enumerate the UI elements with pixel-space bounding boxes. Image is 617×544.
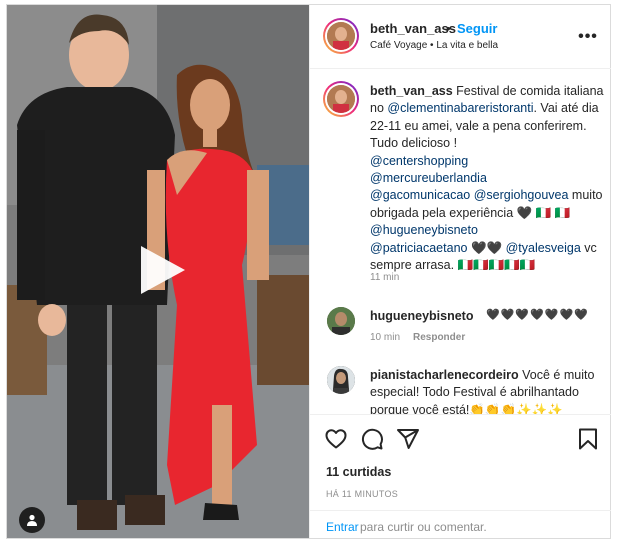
mention-link[interactable]: @clementinabareristoranti [387,101,533,115]
mention-link[interactable]: @gacomunicacao [370,188,470,202]
comments-list[interactable]: beth_van_ass Festival de comida italiana… [310,70,611,414]
comment-icon[interactable] [360,427,384,451]
location-link[interactable]: Café Voyage • La vita e bella [370,40,498,51]
post-time-ago[interactable]: HÁ 11 MINUTOS [326,489,398,499]
caption-fragment: 🖤🖤 [470,240,503,255]
tagged-users-button[interactable] [19,507,45,533]
mention-link[interactable]: @mercureuberlandia [370,171,487,185]
post-dialog: beth_van_ass • Seguir Café Voyage • La v… [6,4,611,539]
caption-text: beth_van_ass Festival de comida italiana… [370,83,606,274]
comment-timestamp[interactable]: 10 min [370,332,400,343]
caption-fragment: 🇮🇹 🇮🇹 [535,205,571,220]
post-video[interactable] [7,5,309,538]
caption-timestamp[interactable]: 11 min [370,272,399,283]
bookmark-icon[interactable] [576,427,600,451]
author-username-link[interactable]: beth_van_ass [370,21,456,36]
more-options-icon[interactable]: ••• [576,25,600,49]
mention-link[interactable]: @sergiohgouvea [474,188,569,202]
caption-fragment: 🇮🇹🇮🇹🇮🇹🇮🇹🇮🇹 [457,258,536,273]
mention-link[interactable]: @tyalesveiga [506,241,581,255]
post-actions: 11 curtidas HÁ 11 MINUTOS Entrar para cu… [310,414,611,538]
commenter-username-link[interactable]: hugueneybisneto [370,309,473,323]
commenter-avatar[interactable] [327,307,355,335]
avatar-image [327,85,355,113]
separator-dot: • [446,21,451,36]
mention-link[interactable]: @patriciacaetano [370,241,467,255]
login-prompt: Entrar para curtir ou comentar. [310,510,611,539]
likes-count[interactable]: 11 curtidas [326,465,391,479]
caption-username-link[interactable]: beth_van_ass [370,84,453,98]
post-details: beth_van_ass • Seguir Café Voyage • La v… [309,5,611,538]
post-header: beth_van_ass • Seguir Café Voyage • La v… [310,5,611,69]
commenter-avatar[interactable] [327,366,355,394]
avatar-image [327,22,355,50]
play-icon[interactable] [131,240,191,300]
comment-text: 🖤🖤🖤🖤🖤🖤🖤 [486,309,589,321]
person-icon [27,514,37,526]
commenter-username-link[interactable]: pianistacharlenecordeiro [370,368,519,382]
login-prompt-text: para curtir ou comentar. [360,520,487,534]
mention-link[interactable]: @centershopping [370,154,468,168]
caption-author-avatar[interactable] [323,81,359,117]
comment-body: pianistacharlenecordeiro Você é muito es… [370,367,606,414]
login-link[interactable]: Entrar [326,520,359,534]
reply-button[interactable]: Responder [413,332,465,343]
follow-button[interactable]: Seguir [457,21,497,36]
heart-icon[interactable] [324,427,348,451]
author-avatar[interactable] [323,18,359,54]
mention-link[interactable]: @hugueneybisneto [370,223,478,237]
share-icon[interactable] [396,427,420,451]
